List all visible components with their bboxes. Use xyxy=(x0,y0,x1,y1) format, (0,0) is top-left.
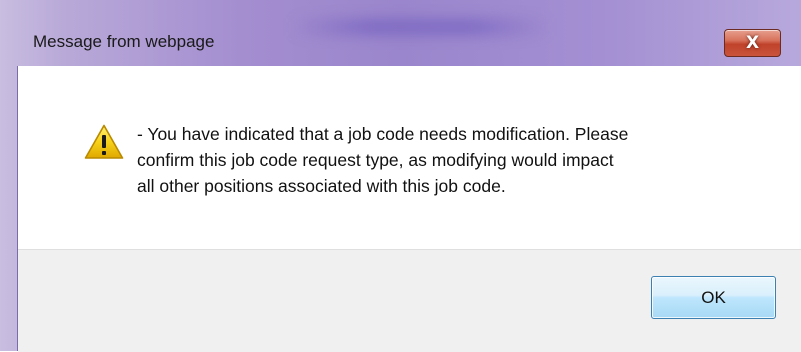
message-line: - You have indicated that a job code nee… xyxy=(137,124,629,144)
warning-icon xyxy=(84,124,124,159)
message-line: all other positions associated with this… xyxy=(137,176,506,196)
close-button[interactable]: X xyxy=(724,29,781,57)
ok-button[interactable]: OK xyxy=(651,276,776,319)
window-title: Message from webpage xyxy=(33,32,215,51)
message-line: confirm this job code request type, as m… xyxy=(137,150,614,170)
dialog-window: Message from webpage X - You have indica… xyxy=(0,0,801,352)
title-bar[interactable]: Message from webpage X xyxy=(0,0,801,66)
close-icon: X xyxy=(745,33,760,53)
message-text: - You have indicated that a job code nee… xyxy=(137,121,777,199)
title-bar-highlight xyxy=(290,18,550,36)
